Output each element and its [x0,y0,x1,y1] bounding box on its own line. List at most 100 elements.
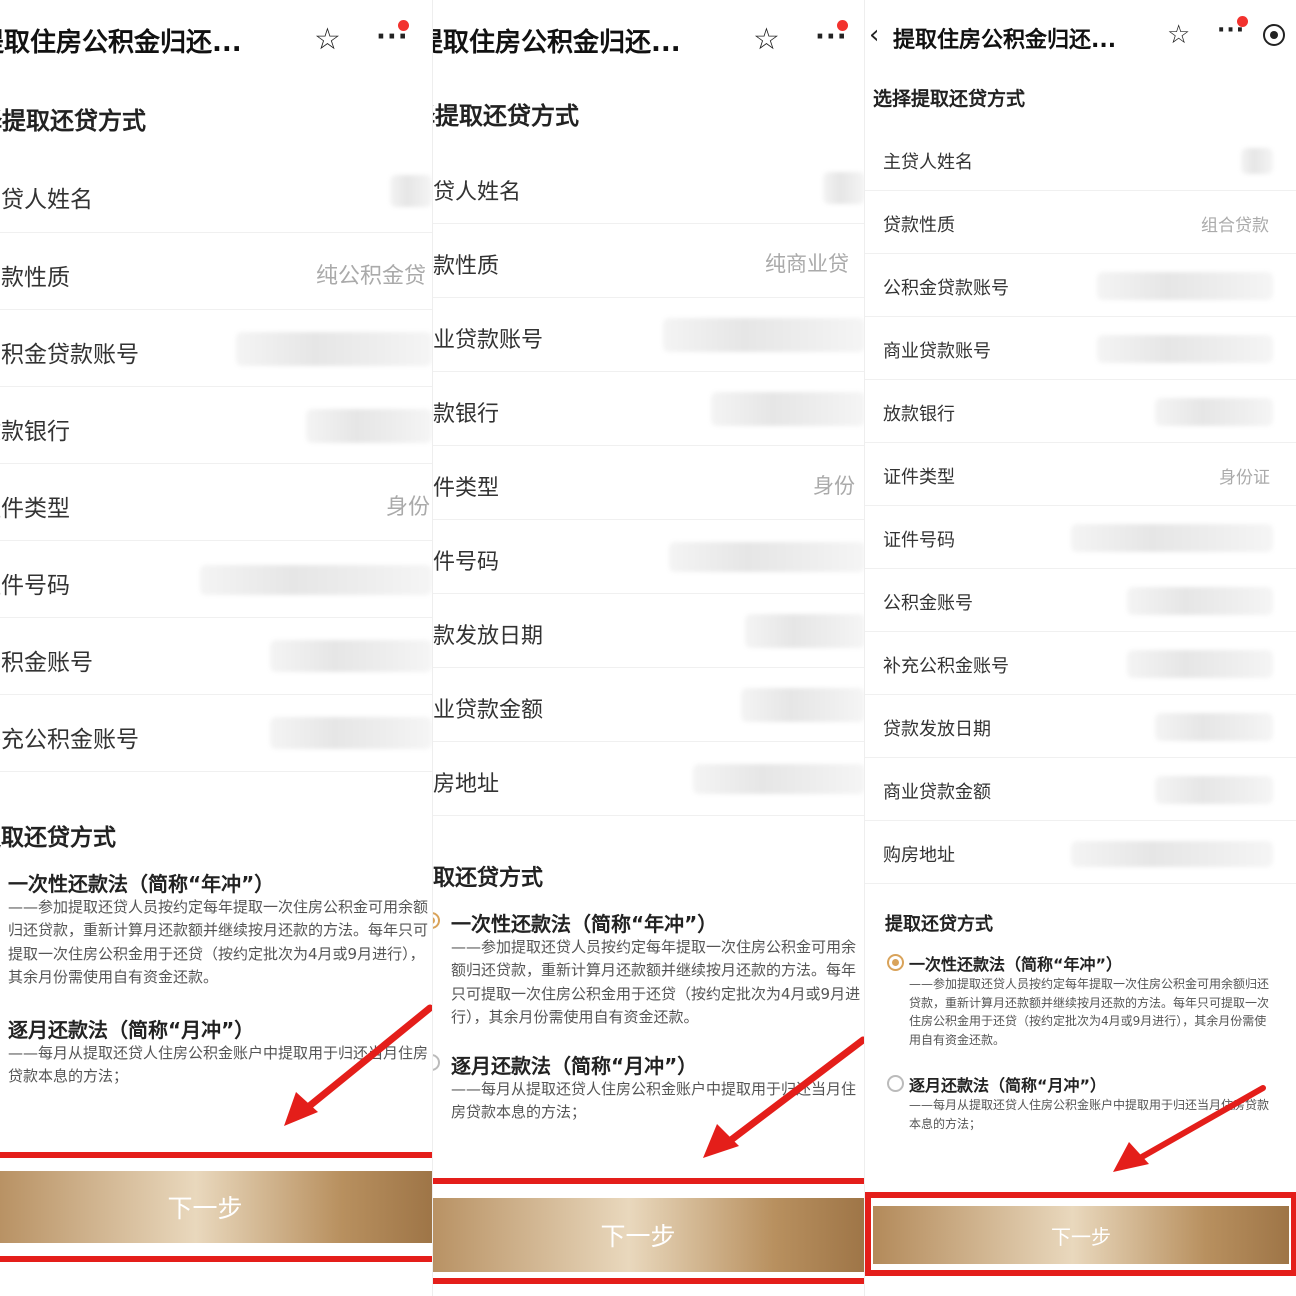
method-monthly-radio[interactable] [433,1054,440,1071]
field-row-commercial-account: 商业贷款账号 [433,298,864,372]
title-bar: 提取住房公积金归还... ☆ ··· [0,0,432,80]
notification-dot-icon [1237,16,1248,27]
star-icon[interactable]: ☆ [314,22,341,57]
field-row-lending-bank: 放款银行 [433,372,864,446]
masked-value [693,764,864,794]
masked-value [270,717,432,749]
field-label: 购房地址 [883,845,955,866]
field-row-fund-loan-account: 公积金贷款账号 [0,310,432,387]
field-row-loan-type: 贷款性质 组合贷款 [865,191,1296,254]
method-annual-desc: ——参加提取还贷人员按约定每年提取一次住房公积金可用余额归还贷款，重新计算月还款… [451,938,861,1026]
masked-value [1155,776,1273,804]
field-row-commercial-account: 商业贷款账号 [865,317,1296,380]
notification-dot-icon [837,20,848,31]
method-monthly-title[interactable]: 逐月还款法（简称“月冲”） [909,1072,1106,1096]
masked-value [1071,524,1273,552]
field-label: 购房地址 [433,772,500,797]
highlight-line-top [0,1152,432,1158]
method-monthly-title[interactable]: 逐月还款法（简称“月冲”） [451,1050,697,1079]
field-label: 贷款性质 [883,215,955,236]
masked-value [1097,272,1273,300]
title-bar: 提取住房公积金归还... ☆ ··· [432,0,864,80]
field-label: 放款银行 [433,402,500,427]
field-row-id-type: 证件类型 身份 [0,464,432,541]
field-row-issue-date: 贷款发放日期 [865,695,1296,758]
field-label: 商业贷款账号 [433,328,544,353]
screen-panel-3: ‹ 提取住房公积金归还... ☆ ··· 选择提取还贷方式 主贷人姓名 贷款性质… [864,0,1296,1296]
field-value: 身份证 [1219,468,1270,488]
field-label: 放款银行 [883,404,955,425]
field-row-id-type: 证件类型 身份 [433,446,864,520]
field-label: 商业贷款金额 [433,698,544,723]
screen-panel-2: 提取住房公积金归还... ☆ ··· 择提取还贷方式 主贷人姓名 贷款性质 纯商… [432,0,864,1296]
method-annual-radio[interactable] [433,912,440,929]
field-label: 商业贷款账号 [883,341,991,362]
select-heading: 择提取还贷方式 [433,102,579,130]
masked-value [741,688,864,722]
field-row-id-number: 证件号码 [0,541,432,618]
field-row-id-number: 证件号码 [865,506,1296,569]
close-target-icon[interactable] [1263,24,1285,46]
field-label: 补充公积金账号 [0,727,139,753]
highlight-frame [865,1192,1296,1276]
field-row-fund-account: 公积金账号 [0,618,432,695]
masked-value [1241,148,1273,174]
notification-dot-icon [398,20,409,31]
field-label: 公积金账号 [883,593,973,614]
screen-panel-1: 提取住房公积金归还... ☆ ··· 择提取还贷方式 主贷人姓名 贷款性质 纯公… [0,0,432,1296]
field-row-house-address: 购房地址 [433,742,864,816]
method-annual-title[interactable]: 一次性还款法（简称“年冲”） [8,868,274,897]
field-label: 公积金贷款账号 [883,278,1009,299]
field-row-commercial-amount: 商业贷款金额 [865,758,1296,821]
next-step-button[interactable]: 下一步 [0,1171,432,1243]
field-row-borrower-name: 主贷人姓名 [433,150,864,224]
next-step-button[interactable]: 下一步 [433,1198,864,1272]
masked-value [1071,841,1273,867]
field-label: 贷款发放日期 [433,624,544,649]
method-heading: 提取还贷方式 [0,825,116,851]
highlight-line-top [433,1178,864,1184]
field-value: 身份 [813,474,855,498]
method-monthly-desc: ——每月从提取还贷人住房公积金账户中提取用于归还当月住房贷款本息的方法； [909,1098,1270,1131]
star-icon[interactable]: ☆ [753,22,780,57]
masked-value [711,392,864,426]
method-monthly-desc: ——每月从提取还贷人住房公积金账户中提取用于归还当月住房贷款本息的方法； [451,1080,857,1122]
select-heading: 选择提取还贷方式 [873,88,1026,110]
field-row-house-address: 购房地址 [865,821,1296,884]
page-title: 提取住房公积金归还... [0,28,242,58]
method-monthly-radio[interactable] [887,1075,904,1092]
field-label: 主贷人姓名 [0,187,93,213]
masked-value [663,318,864,352]
masked-value [1155,398,1273,426]
field-value: 纯公积金贷 [316,264,427,289]
back-chevron-icon[interactable]: ‹ [869,20,879,50]
field-label: 主贷人姓名 [883,152,973,173]
field-label: 贷款性质 [433,254,500,279]
select-heading: 择提取还贷方式 [0,107,146,135]
method-annual-desc: ——参加提取还贷人员按约定每年提取一次住房公积金可用余额归还贷款，重新计算月还款… [8,898,429,986]
field-label: 贷款发放日期 [883,719,991,740]
method-annual-title[interactable]: 一次性还款法（简称“年冲”） [909,951,1122,975]
method-annual-radio[interactable] [887,954,904,971]
field-label: 证件号码 [0,573,70,599]
masked-value [270,640,432,672]
masked-value [1097,335,1273,363]
page-title: 提取住房公积金归还... [893,28,1117,53]
method-monthly-title[interactable]: 逐月还款法（简称“月冲”） [8,1014,254,1043]
field-label: 证件类型 [883,467,955,488]
page-title: 提取住房公积金归还... [432,28,681,58]
star-icon[interactable]: ☆ [1167,20,1190,50]
method-annual-title[interactable]: 一次性还款法（简称“年冲”） [451,908,717,937]
masked-value [745,614,864,648]
field-label: 证件类型 [433,476,500,501]
masked-value [823,172,864,204]
field-value: 纯商业贷 [765,252,849,276]
field-row-commercial-amount: 商业贷款金额 [433,668,864,742]
masked-value [306,409,432,443]
title-bar: ‹ 提取住房公积金归还... ☆ ··· [865,0,1296,80]
field-row-supplement-account: 补充公积金账号 [865,632,1296,695]
masked-value [200,565,432,595]
field-label: 商业贷款金额 [883,782,991,803]
field-label: 证件号码 [433,550,500,575]
field-label: 证件号码 [883,530,955,551]
